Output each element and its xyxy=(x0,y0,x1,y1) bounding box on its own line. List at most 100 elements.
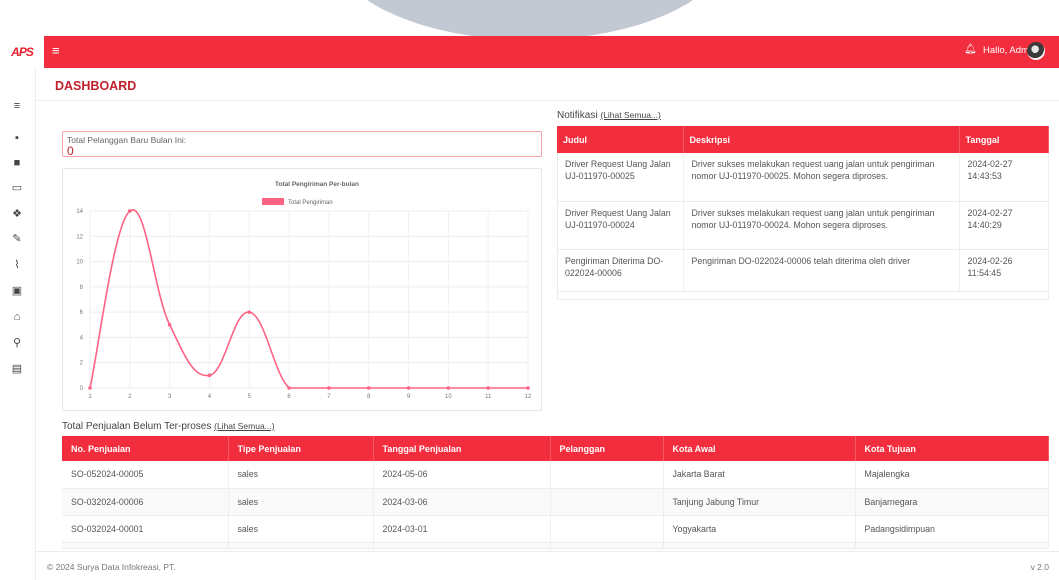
bank-icon[interactable]: ⌂ xyxy=(6,309,28,325)
app-version: v 2.0 xyxy=(1030,562,1049,572)
origin-city: Jakarta Barat xyxy=(663,461,856,489)
table-row[interactable]: SO-032024-00001 sales 2024-03-01 Yogyakarta… xyxy=(62,515,1049,543)
x-tick-label: 9 xyxy=(407,394,411,400)
data-point xyxy=(287,386,291,390)
x-tick-label: 2 xyxy=(128,394,132,400)
unprocessed-sales-title-text: Total Penjualan Belum Ter-proses xyxy=(62,421,212,432)
table-row[interactable]: Pengiriman Diterima DO-022024-00006 Peng… xyxy=(557,249,1049,292)
data-point xyxy=(406,386,411,390)
column-header-kota-tujuan[interactable]: Kota Tujuan xyxy=(855,436,1049,461)
notification-description: Driver sukses melakukan request uang jal… xyxy=(683,153,960,202)
sales-number: SO-032024-00006 xyxy=(62,488,229,516)
unprocessed-sales-table: No. Penjualan Tipe Penjualan Tanggal Pen… xyxy=(62,436,1049,549)
footer-divider xyxy=(36,551,1059,552)
y-tick-label: 4 xyxy=(80,335,84,341)
x-tick-label: 1 xyxy=(88,394,92,400)
money-icon[interactable]: ▣ xyxy=(6,283,28,299)
menu-icon[interactable]: ≡ xyxy=(6,98,28,114)
y-tick-label: 12 xyxy=(76,234,83,240)
y-tick-label: 10 xyxy=(76,260,83,266)
x-tick-label: 4 xyxy=(208,394,212,400)
y-tick-label: 14 xyxy=(76,209,83,215)
notifications-table: Judul Deskripsi Tanggal Driver Request U… xyxy=(557,126,1049,292)
empty-cell xyxy=(550,542,664,549)
desktop-icon[interactable]: ▤ xyxy=(6,361,28,377)
notifications-see-all-link[interactable]: (Lihat Semua...) xyxy=(600,110,660,120)
table-row[interactable]: Driver Request Uang Jalan UJ-011970-0002… xyxy=(557,153,1049,202)
truck-icon[interactable]: ■ xyxy=(6,155,28,171)
table-row[interactable] xyxy=(62,542,1049,549)
x-tick-label: 12 xyxy=(525,394,532,400)
column-header-judul[interactable]: Judul xyxy=(557,126,684,153)
chart-line-icon[interactable]: ⌇ xyxy=(6,257,28,273)
notification-date: 2024-02-27 14:43:53 xyxy=(959,153,1049,202)
notifications-title: Notifikasi (Lihat Semua...) xyxy=(557,110,661,121)
wrench-icon[interactable]: ✎ xyxy=(6,231,28,247)
customer xyxy=(550,515,664,543)
sales-date: 2024-03-06 xyxy=(373,488,551,516)
logo-text: APS xyxy=(11,45,34,59)
window-icon[interactable]: ▭ xyxy=(6,180,28,196)
sales-number: SO-032024-00001 xyxy=(62,515,229,543)
notification-date: 2024-02-27 14:40:29 xyxy=(959,201,1049,250)
data-point xyxy=(446,386,451,390)
data-point xyxy=(526,386,530,390)
notification-title: Pengiriman Diterima DO-022024-00006 xyxy=(557,249,684,292)
sales-type: sales xyxy=(228,461,374,489)
table-row[interactable]: SO-032024-00006 sales 2024-03-06 Tanjung Ja… xyxy=(62,488,1049,516)
sales-date: 2024-03-01 xyxy=(373,515,551,543)
empty-cell xyxy=(228,542,374,549)
legend-label: Total Pengiriman xyxy=(288,200,333,206)
data-point xyxy=(247,310,252,314)
divider xyxy=(36,100,1059,101)
column-header-no-penjualan[interactable]: No. Penjualan xyxy=(62,436,229,461)
data-point xyxy=(366,386,371,390)
logo[interactable]: APS xyxy=(0,36,44,68)
customer xyxy=(550,488,664,516)
destination-city: Padangsidimpuan xyxy=(855,515,1049,543)
column-header-tipe-penjualan[interactable]: Tipe Penjualan xyxy=(228,436,374,461)
x-tick-label: 10 xyxy=(445,394,452,400)
table-row[interactable]: Driver Request Uang Jalan UJ-011970-0002… xyxy=(557,201,1049,250)
column-header-kota-awal[interactable]: Kota Awal xyxy=(663,436,856,461)
printer-icon[interactable]: ▪ xyxy=(6,130,28,146)
sales-type: sales xyxy=(228,488,374,516)
notifications-title-text: Notifikasi xyxy=(557,110,598,121)
origin-city: Tanjung Jabung Timur xyxy=(663,488,856,516)
origin-city: Yogyakarta xyxy=(663,515,856,543)
top-navbar xyxy=(0,36,1059,68)
sales-date: 2024-05-06 xyxy=(373,461,551,489)
column-header-tanggal[interactable]: Tanggal xyxy=(959,126,1049,153)
footer-copyright: © 2024 Surya Data Infokreasi, PT. xyxy=(47,562,176,572)
column-header-pelanggan[interactable]: Pelanggan xyxy=(550,436,664,461)
x-tick-label: 11 xyxy=(485,394,492,400)
sidebar: ≡ ▪ ■ ▭ ❖ ✎ ⌇ ▣ ⌂ ⚲ ▤ xyxy=(0,68,36,580)
x-tick-label: 5 xyxy=(248,394,252,400)
y-tick-label: 0 xyxy=(80,386,84,392)
bell-icon[interactable]: 🔔︎ xyxy=(964,44,977,55)
empty-cell xyxy=(373,542,551,549)
sales-type: sales xyxy=(228,515,374,543)
data-point xyxy=(128,209,132,213)
legend-swatch xyxy=(262,198,284,205)
data-point xyxy=(327,386,331,390)
dropbox-icon[interactable]: ❖ xyxy=(6,206,28,222)
customer xyxy=(550,461,664,489)
notification-title: Driver Request Uang Jalan UJ-011970-0002… xyxy=(557,153,684,202)
empty-cell xyxy=(663,542,856,549)
unprocessed-sales-title: Total Penjualan Belum Ter-proses (Lihat … xyxy=(62,421,275,432)
destination-city: Majalengka xyxy=(855,461,1049,489)
unprocessed-sales-see-all-link[interactable]: (Lihat Semua...) xyxy=(214,421,274,431)
column-header-deskripsi[interactable]: Deskripsi xyxy=(683,126,960,153)
hamburger-icon[interactable]: ≡ xyxy=(52,44,60,58)
x-tick-label: 8 xyxy=(367,394,371,400)
table-row[interactable]: SO-052024-00005 sales 2024-05-06 Jakarta Ba… xyxy=(62,461,1049,489)
user-plus-icon[interactable]: ⚲ xyxy=(6,335,28,351)
shipments-chart-card: Total Pengiriman Per-bulan Total Pengirim… xyxy=(62,168,542,411)
notification-date: 2024-02-26 11:54:45 xyxy=(959,249,1049,292)
data-point xyxy=(207,373,212,378)
new-customers-value: 0 xyxy=(67,144,74,158)
column-header-tanggal-penjualan[interactable]: Tanggal Penjualan xyxy=(373,436,551,461)
new-customers-label: Total Pelanggan Baru Bulan Ini: xyxy=(67,135,187,145)
avatar[interactable] xyxy=(1027,42,1045,60)
